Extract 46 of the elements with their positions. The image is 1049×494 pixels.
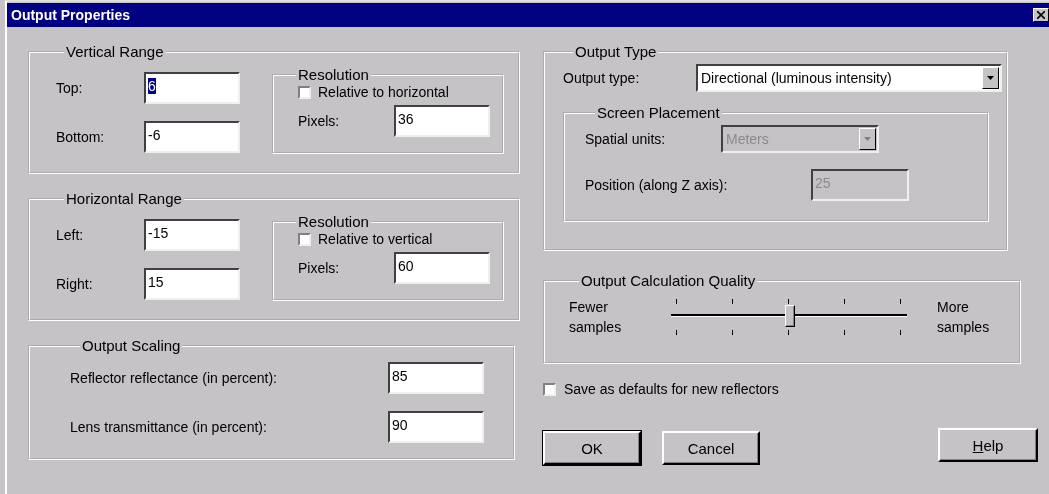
text-field[interactable]: 90 — [388, 411, 484, 443]
dialog-button[interactable]: Help — [938, 428, 1038, 462]
field-label: Output type: — [563, 70, 641, 86]
field-label: Top: — [55, 80, 84, 96]
field-label: Reflector reflectance (in percent): — [70, 370, 278, 386]
group-title: Screen Placement — [596, 104, 721, 121]
group-title: Horizontal Range — [65, 190, 183, 207]
checkbox[interactable] — [298, 85, 311, 99]
close-icon — [1037, 11, 1045, 19]
dialog-button[interactable]: OK — [543, 431, 641, 465]
field-label: Pixels: — [297, 260, 341, 276]
window-title: Output Properties — [11, 7, 130, 23]
group-title: Resolution — [297, 213, 370, 230]
slider-label: Fewer samples — [569, 298, 623, 337]
field-label: Spatial units: — [585, 131, 667, 147]
slider-thumb[interactable] — [785, 305, 795, 327]
group-title: Output Calculation Quality — [580, 272, 757, 289]
checkbox[interactable] — [298, 232, 311, 246]
checkbox-label: Relative to horizontal — [318, 84, 449, 100]
field-label: Right: — [55, 276, 94, 292]
group-title: Resolution — [297, 66, 370, 83]
text-field[interactable]: 36 — [394, 105, 490, 137]
output-type-dropdown[interactable]: Directional (luminous intensity) — [696, 64, 1002, 92]
group-title: Output Scaling — [81, 337, 182, 354]
text-field[interactable]: -6 — [144, 121, 240, 153]
checkbox-label: Relative to vertical — [318, 231, 433, 247]
text-field[interactable]: 85 — [388, 362, 484, 394]
dialog-button[interactable]: Cancel — [662, 431, 760, 465]
field-label: Bottom: — [55, 129, 106, 145]
checkbox-label: Save as defaults for new reflectors — [564, 381, 779, 397]
group-title: Output Type — [574, 43, 658, 60]
caret-icon — [987, 76, 994, 80]
checkbox[interactable] — [543, 382, 556, 396]
group-title: Vertical Range — [65, 43, 165, 60]
field-label: Lens transmittance (in percent): — [70, 419, 268, 435]
text-field[interactable]: 60 — [394, 252, 490, 284]
text-field[interactable]: 6 — [144, 72, 240, 104]
field-label: Position (along Z axis): — [585, 177, 729, 193]
text-field[interactable]: 15 — [144, 268, 240, 300]
slider-label: More samples — [937, 298, 991, 337]
dropdown-button[interactable] — [982, 67, 999, 89]
field-label: Left: — [55, 227, 85, 243]
close-button[interactable] — [1033, 8, 1049, 22]
field-label: Pixels: — [297, 113, 341, 129]
caret-icon — [864, 137, 871, 141]
text-field[interactable]: -15 — [144, 219, 240, 251]
